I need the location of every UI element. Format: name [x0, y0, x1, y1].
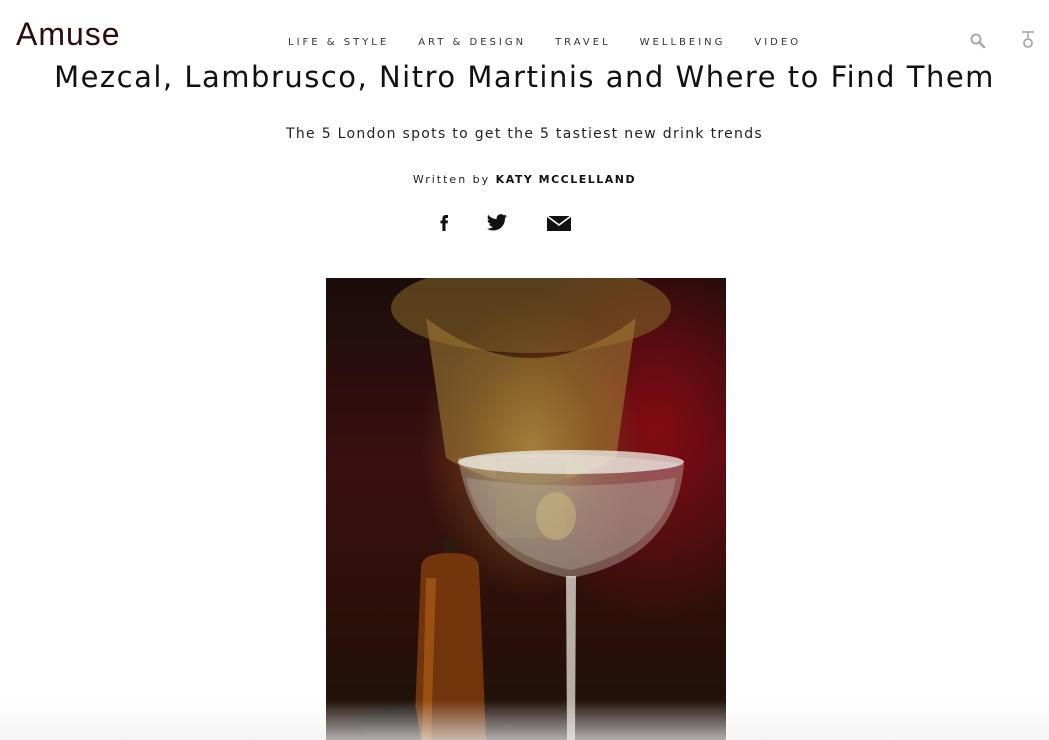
hero-image: [326, 278, 726, 740]
nav-item-life-style[interactable]: LIFE & STYLE: [288, 37, 389, 48]
search-button[interactable]: [968, 31, 988, 51]
facebook-icon: [440, 215, 448, 231]
twitter-icon: [486, 214, 508, 231]
nav-item-wellbeing[interactable]: WELLBEING: [640, 37, 726, 48]
account-button[interactable]: [1019, 29, 1037, 51]
amuse-logo[interactable]: Amuse: [16, 16, 121, 53]
byline-prefix: Written by: [412, 173, 491, 186]
email-icon: [546, 215, 572, 231]
martini-glass-illustration: [366, 278, 684, 740]
article-subtitle: The 5 London spots to get the 5 tastiest…: [286, 126, 763, 142]
share-twitter-button[interactable]: [486, 212, 508, 236]
article-title: Mezcal, Lambrusco, Nitro Martinis and Wh…: [54, 60, 995, 94]
search-icon: [970, 33, 986, 49]
byline: Written by KATY MCCLELLAND: [0, 173, 1049, 186]
nav-item-travel[interactable]: TRAVEL: [555, 37, 611, 48]
main-nav: LIFE & STYLE ART & DESIGN TRAVEL WELLBEI…: [288, 37, 830, 48]
share-facebook-button[interactable]: [437, 212, 451, 236]
user-icon: [1022, 31, 1034, 48]
author-link[interactable]: KATY MCCLELLAND: [496, 173, 636, 186]
nav-item-art-design[interactable]: ART & DESIGN: [418, 37, 526, 48]
share-email-button[interactable]: [546, 212, 572, 236]
scroll-fade: [0, 700, 1049, 740]
nav-item-video[interactable]: VIDEO: [754, 37, 801, 48]
